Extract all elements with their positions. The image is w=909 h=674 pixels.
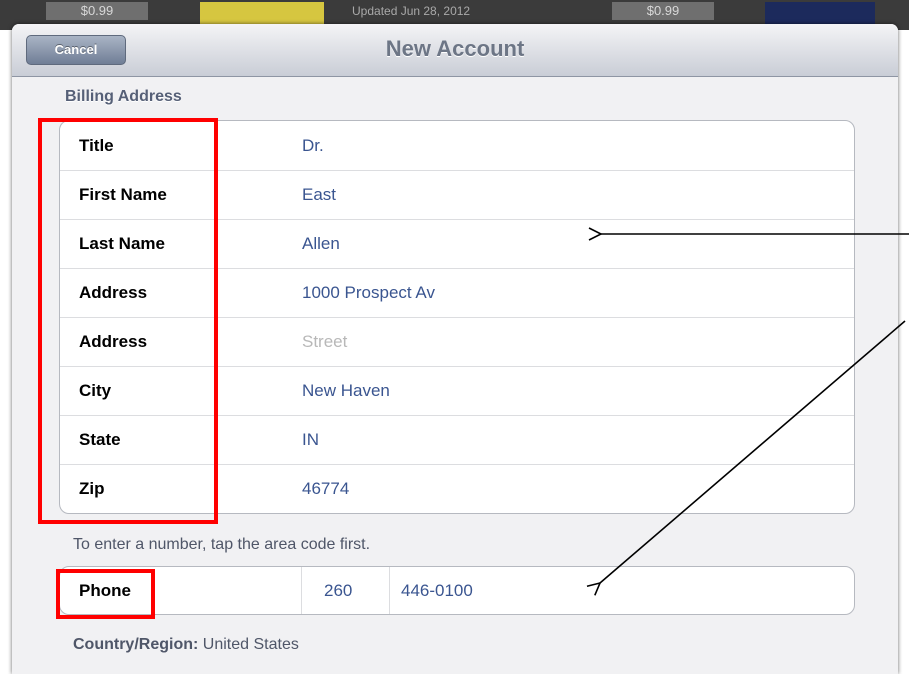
annotation-arrows — [0, 0, 909, 664]
annotation-arrow-phone — [600, 320, 906, 583]
